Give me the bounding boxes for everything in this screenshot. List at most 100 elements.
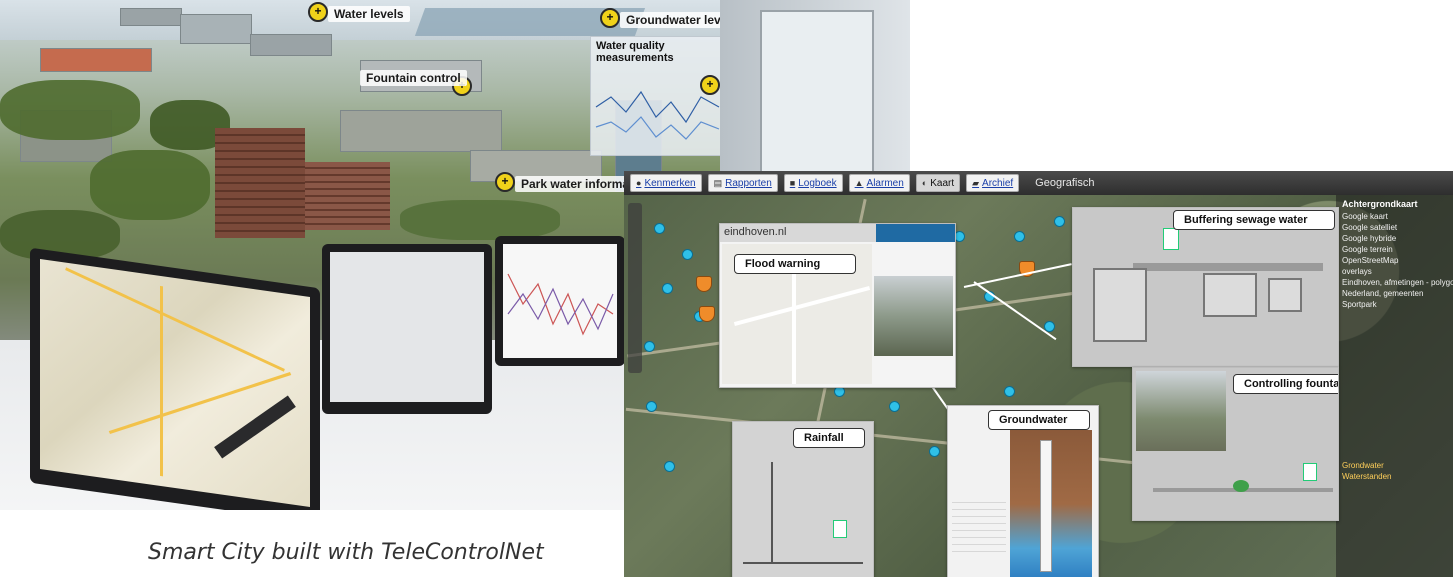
- layer-panel: Achtergrondkaart Google kaart Google sat…: [1336, 195, 1453, 577]
- monitor-diagram-screen: [330, 252, 484, 402]
- tab-alarmen[interactable]: ▲ Alarmen: [848, 174, 910, 192]
- popup-header-bar: eindhoven.nl: [720, 224, 955, 242]
- header-blue-band: [876, 224, 955, 242]
- layer-item[interactable]: OpenStreetMap: [1336, 255, 1453, 266]
- rainfall-title: Rainfall: [793, 428, 865, 448]
- groundwater-body: [948, 406, 1098, 577]
- sewage-title: Buffering sewage water: [1173, 210, 1335, 230]
- info-icon: ●: [636, 178, 642, 188]
- chart-line-2: [595, 116, 720, 140]
- monitor-chart-screen: [503, 244, 617, 358]
- poi-marker[interactable]: [644, 341, 655, 352]
- layer-item[interactable]: Google terrein: [1336, 244, 1453, 255]
- tab-kaart[interactable]: ◐ Kaart: [915, 174, 961, 192]
- layer-item[interactable]: Grondwater: [1336, 460, 1453, 471]
- tank: [1268, 278, 1302, 312]
- monitor-right: [495, 236, 625, 366]
- fountain-pump[interactable]: [1233, 480, 1249, 492]
- poi-orange-marker[interactable]: [696, 276, 712, 292]
- ar-label-water-levels[interactable]: Water levels: [328, 6, 410, 22]
- city-block: [120, 8, 182, 26]
- tab-rapporten[interactable]: ▤ Rapporten: [707, 174, 778, 192]
- layer-item[interactable]: Nederland, gemeenten: [1336, 288, 1453, 299]
- layer-item[interactable]: Waterstanden: [1336, 471, 1453, 482]
- sewage-control-icon[interactable]: [1163, 228, 1179, 250]
- toolbar: ● Kenmerken ▤ Rapporten ■ Logboek ▲ Alarmen …: [624, 171, 1453, 195]
- poi-marker[interactable]: [1054, 216, 1065, 227]
- poi-marker[interactable]: [1014, 231, 1025, 242]
- city-block: [40, 48, 152, 72]
- poi-marker[interactable]: [654, 223, 665, 234]
- caption: Smart City built with TeleControlNet: [148, 540, 544, 565]
- tab-label: Alarmen: [866, 177, 904, 189]
- ar-pin-icon[interactable]: +: [600, 8, 620, 28]
- chart-line-1: [595, 90, 720, 124]
- fountains-title: Controlling fountains: [1233, 374, 1338, 394]
- layer-item[interactable]: Eindhoven, afmetingen - polygo: [1336, 277, 1453, 288]
- groundwater-title: Groundwater: [988, 410, 1090, 430]
- fountain-photo: [1136, 371, 1226, 451]
- poi-marker[interactable]: [682, 249, 693, 260]
- archive-icon: ▰: [972, 177, 980, 188]
- poi-marker[interactable]: [662, 283, 673, 294]
- trees: [400, 200, 560, 240]
- flood-warning-popup[interactable]: eindhoven.nl Flood warning: [719, 223, 956, 388]
- monitor-center: [322, 244, 492, 414]
- groundwater-popup[interactable]: Groundwater: [947, 405, 1099, 577]
- sewage-diagram: [1073, 208, 1338, 366]
- city-block: [180, 14, 252, 44]
- logbook-icon: ■: [789, 178, 796, 188]
- pipe: [1133, 263, 1323, 271]
- poi-marker[interactable]: [1004, 386, 1015, 397]
- ar-pin-icon[interactable]: +: [308, 2, 328, 22]
- rainfall-popup[interactable]: Rainfall: [732, 421, 874, 577]
- sewage-buffering-popup[interactable]: Buffering sewage water: [1072, 207, 1339, 367]
- measurement-list: [952, 496, 1006, 556]
- map-road: [160, 285, 163, 477]
- monitor-map-screen: [40, 259, 310, 507]
- poi-marker[interactable]: [664, 461, 675, 472]
- ar-label-fountain-control[interactable]: Fountain control: [360, 70, 467, 86]
- layer-item[interactable]: Google kaart: [1336, 211, 1453, 222]
- zoom-slider[interactable]: [628, 203, 642, 373]
- soil-profile: [1010, 430, 1092, 577]
- layer-item[interactable]: Google satelliet: [1336, 222, 1453, 233]
- tab-logboek[interactable]: ■ Logboek: [783, 174, 843, 192]
- layer-item[interactable]: Google hybride: [1336, 233, 1453, 244]
- map-street: [733, 285, 871, 327]
- layer-item[interactable]: overlays: [1336, 266, 1453, 277]
- poi-marker[interactable]: [646, 401, 657, 412]
- poi-orange-marker[interactable]: [699, 306, 715, 322]
- monitor-chart: [507, 273, 614, 336]
- tank: [1203, 273, 1257, 317]
- ar-pin-icon[interactable]: +: [700, 75, 720, 95]
- tunnel-photo: [874, 276, 953, 356]
- rainfall-control-icon[interactable]: [833, 520, 847, 538]
- alarm-icon: ▲: [854, 178, 864, 188]
- tab-kenmerken[interactable]: ● Kenmerken: [630, 174, 702, 192]
- poi-marker[interactable]: [929, 446, 940, 457]
- groundwater-well: [1040, 440, 1052, 572]
- trees: [90, 150, 210, 220]
- city-block: [250, 34, 332, 56]
- layers-title: Achtergrondkaart: [1342, 199, 1418, 209]
- report-icon: ▤: [713, 177, 723, 188]
- tab-label: Kenmerken: [644, 177, 696, 189]
- fountains-popup[interactable]: Controlling fountains: [1132, 367, 1339, 521]
- map-street: [792, 264, 796, 384]
- water-quality-panel[interactable]: Water quality measurements: [590, 36, 727, 156]
- tab-label: Kaart: [930, 177, 955, 189]
- eindhoven-logo-text: eindhoven.nl: [724, 226, 787, 238]
- tab-archief[interactable]: ▰ Archief: [966, 174, 1020, 192]
- geographic-app-window: ● Kenmerken ▤ Rapporten ■ Logboek ▲ Alarmen …: [624, 171, 1453, 577]
- city-block: [340, 110, 502, 152]
- fountain-control-icon[interactable]: [1303, 463, 1317, 481]
- ar-pin-icon[interactable]: +: [495, 172, 515, 192]
- layer-item[interactable]: Sportpark: [1336, 299, 1453, 310]
- water-quality-title: Water quality measurements: [596, 40, 674, 64]
- tab-label: Logboek: [798, 177, 837, 189]
- trees: [0, 80, 140, 140]
- poi-marker[interactable]: [889, 401, 900, 412]
- map-icon: ◐: [921, 178, 928, 188]
- map-road: [65, 267, 285, 372]
